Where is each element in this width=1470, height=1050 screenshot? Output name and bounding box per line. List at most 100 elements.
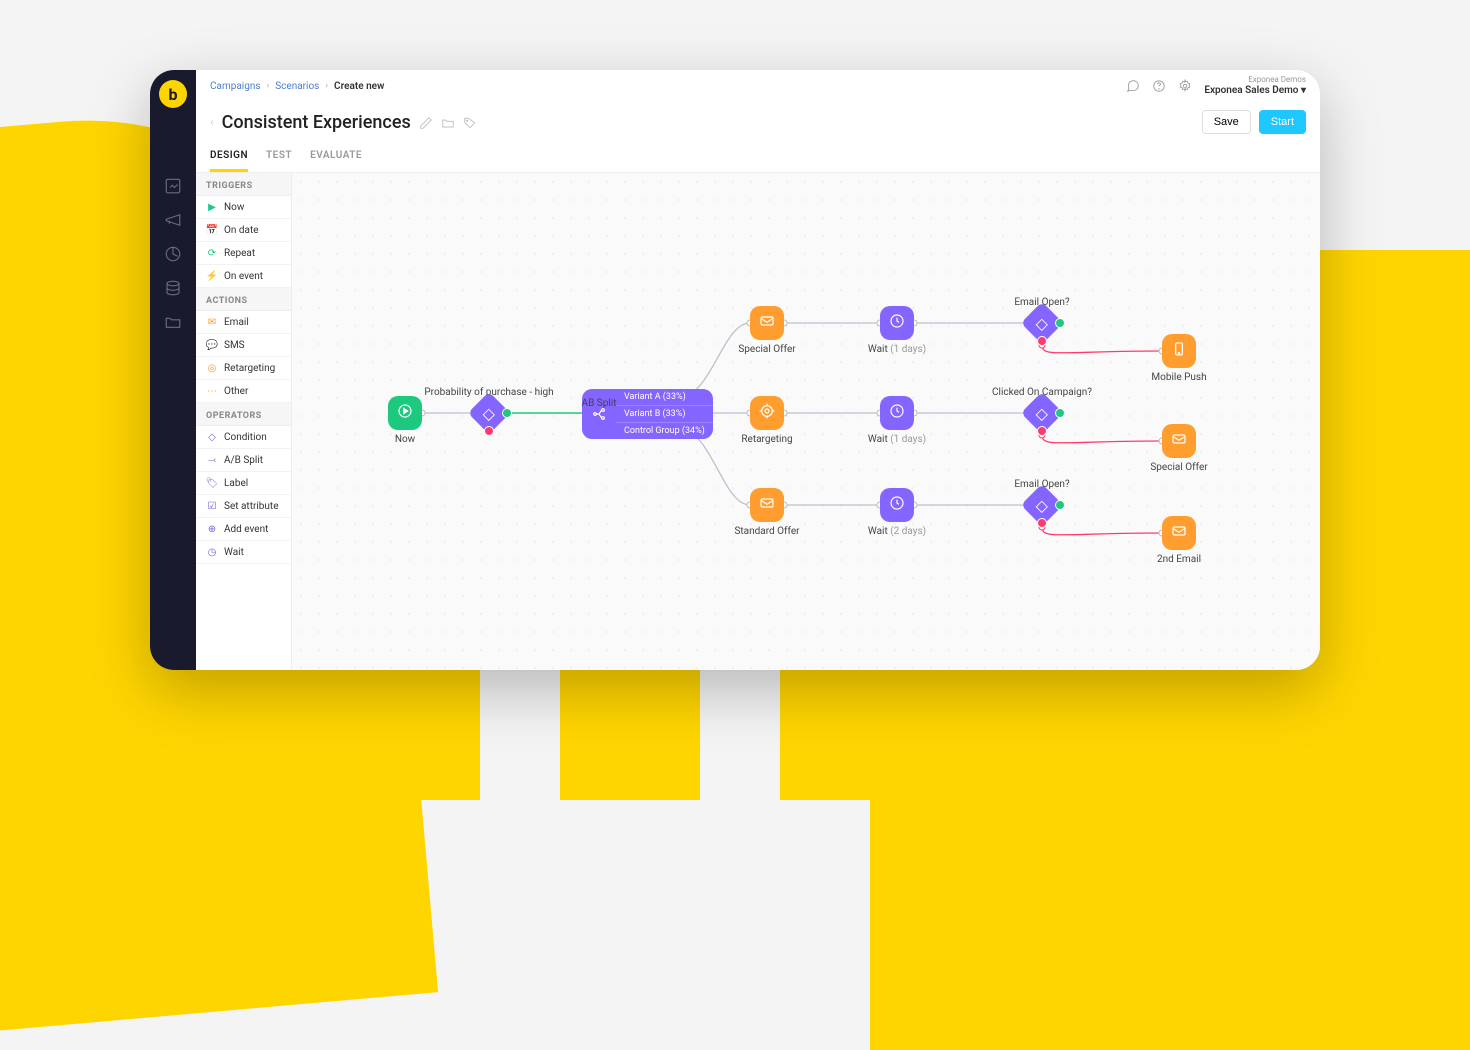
panel-item-label: Repeat: [224, 248, 255, 259]
panel-item-repeat[interactable]: ⟳ Repeat: [196, 242, 291, 265]
panel-item-label: Add event: [224, 524, 268, 535]
nav-campaign-icon[interactable]: [163, 210, 183, 230]
panel-item-on-event[interactable]: ⚡On event: [196, 265, 291, 288]
breadcrumb-link[interactable]: Campaigns: [210, 81, 261, 92]
absplit-variant[interactable]: Control Group (34%): [616, 423, 713, 439]
chat-icon[interactable]: [1126, 79, 1140, 93]
nav-analytics-icon[interactable]: [163, 244, 183, 264]
node-condition-email-open-1[interactable]: Email Open? ◇: [1027, 308, 1057, 338]
error-badge-icon: [484, 426, 494, 436]
absplit-variant[interactable]: Variant A (33%): [616, 389, 713, 406]
save-button[interactable]: Save: [1202, 110, 1251, 134]
panel-item-label[interactable]: 🏷Label: [196, 472, 291, 495]
tab-design[interactable]: DESIGN: [210, 142, 248, 172]
edit-icon[interactable]: [419, 115, 433, 129]
panel-item-label: Label: [224, 478, 248, 489]
node-mobile-push[interactable]: Mobile Push: [1162, 334, 1196, 368]
panel-item-set-attribute[interactable]: ☑Set attribute: [196, 495, 291, 518]
node-condition-clicked-campaign[interactable]: Clicked On Campaign? ◇: [1027, 398, 1057, 428]
project-label: Exponea Sales Demo: [1204, 85, 1298, 96]
node-now[interactable]: Now: [388, 396, 422, 430]
absplit-variant[interactable]: Variant B (33%): [616, 406, 713, 423]
panel-item-label: Wait: [224, 547, 244, 558]
start-button[interactable]: Start: [1259, 110, 1306, 134]
node-label: AB Split: [582, 398, 617, 409]
panel-item-ab-split[interactable]: ⤙ A/B Split: [196, 449, 291, 472]
panel-item-now[interactable]: ▶Now: [196, 196, 291, 219]
node-label: Special Offer: [738, 344, 795, 355]
node-label: Wait (2 days): [868, 526, 926, 537]
email-icon: ✉: [206, 316, 218, 328]
panel-item-label: SMS: [224, 340, 245, 351]
org-label: Exponea Demos: [1248, 76, 1306, 85]
node-condition-probability[interactable]: Probability of purchase - high ◇: [474, 398, 504, 428]
email-icon: [759, 495, 775, 515]
more-icon: ⋯: [206, 385, 218, 397]
panel-item-label: On date: [224, 225, 259, 236]
node-retargeting[interactable]: Retargeting: [750, 396, 784, 430]
node-wait-1[interactable]: Wait (1 days): [880, 306, 914, 340]
logo-icon[interactable]: b: [159, 80, 187, 108]
node-special-offer-2[interactable]: Special Offer: [1162, 424, 1196, 458]
panel-item-label: Now: [224, 202, 244, 213]
node-standard-offer[interactable]: Standard Offer: [750, 488, 784, 522]
project-selector[interactable]: Exponea Demos Exponea Sales Demo ▾: [1204, 76, 1306, 96]
repeat-icon: ⟳: [206, 247, 218, 259]
node-label: Wait (1 days): [868, 434, 926, 445]
node-condition-email-open-2[interactable]: Email Open? ◇: [1027, 490, 1057, 520]
event-icon: ⚡: [206, 270, 218, 282]
panel-item-label: A/B Split: [224, 455, 263, 466]
components-panel: TRIGGERS ▶Now 📅On date ⟳ Repeat ⚡On event…: [196, 173, 292, 670]
nav-dashboard-icon[interactable]: [163, 176, 183, 196]
node-wait-2[interactable]: Wait (1 days): [880, 396, 914, 430]
node-label: Wait (1 days): [868, 344, 926, 355]
node-label: Retargeting: [741, 434, 792, 445]
gear-icon[interactable]: [1178, 79, 1192, 93]
panel-item-add-event[interactable]: ⊕Add event: [196, 518, 291, 541]
node-wait-3[interactable]: Wait (2 days): [880, 488, 914, 522]
sms-icon: 💬: [206, 339, 218, 351]
email-icon: [1171, 431, 1187, 451]
check-badge-icon: [502, 408, 512, 418]
panel-section-triggers: TRIGGERS: [196, 173, 291, 196]
panel-section-operators: OPERATORS: [196, 403, 291, 426]
clock-icon: ◷: [206, 546, 218, 558]
check-badge-icon: [1055, 500, 1065, 510]
tab-evaluate[interactable]: EVALUATE: [310, 142, 362, 172]
node-label: Mobile Push: [1151, 372, 1206, 383]
node-label: Special Offer: [1150, 462, 1207, 473]
target-icon: ◎: [206, 362, 218, 374]
split-icon: ⤙: [206, 454, 218, 466]
scenario-canvas[interactable]: Now Probability of purchase - high ◇ AB …: [292, 173, 1320, 670]
tag-icon[interactable]: [463, 115, 477, 129]
chevron-right-icon: ›: [325, 81, 328, 91]
tab-test[interactable]: TEST: [266, 142, 292, 172]
play-icon: [397, 403, 413, 423]
node-ab-split[interactable]: AB Split Variant A (33%) Variant B (33%)…: [582, 389, 713, 439]
help-icon[interactable]: [1152, 79, 1166, 93]
breadcrumb-link[interactable]: Scenarios: [275, 81, 319, 92]
panel-item-condition[interactable]: ◇Condition: [196, 426, 291, 449]
back-icon[interactable]: ‹: [210, 115, 214, 129]
breadcrumb-current: Create new: [334, 81, 384, 92]
node-second-email[interactable]: 2nd Email: [1162, 516, 1196, 550]
diamond-icon: ◇: [1036, 496, 1048, 515]
folder-icon[interactable]: [441, 115, 455, 129]
app-window: b Campaigns › Scenarios › Create new Exp…: [150, 70, 1320, 670]
panel-item-retargeting[interactable]: ◎Retargeting: [196, 357, 291, 380]
panel-item-sms[interactable]: 💬 SMS: [196, 334, 291, 357]
panel-item-other[interactable]: ⋯Other: [196, 380, 291, 403]
page-title: Consistent Experiences: [222, 112, 411, 133]
node-label: Now: [395, 434, 415, 445]
panel-item-label: Condition: [224, 432, 267, 443]
target-icon: [759, 403, 775, 423]
panel-item-wait[interactable]: ◷ Wait: [196, 541, 291, 564]
panel-item-email[interactable]: ✉ Email: [196, 311, 291, 334]
error-badge-icon: [1037, 426, 1047, 436]
nav-data-icon[interactable]: [163, 278, 183, 298]
panel-item-on-date[interactable]: 📅On date: [196, 219, 291, 242]
nav-folder-icon[interactable]: [163, 312, 183, 332]
node-special-offer[interactable]: Special Offer: [750, 306, 784, 340]
attribute-icon: ☑: [206, 500, 218, 512]
panel-item-label: Email: [224, 317, 249, 328]
